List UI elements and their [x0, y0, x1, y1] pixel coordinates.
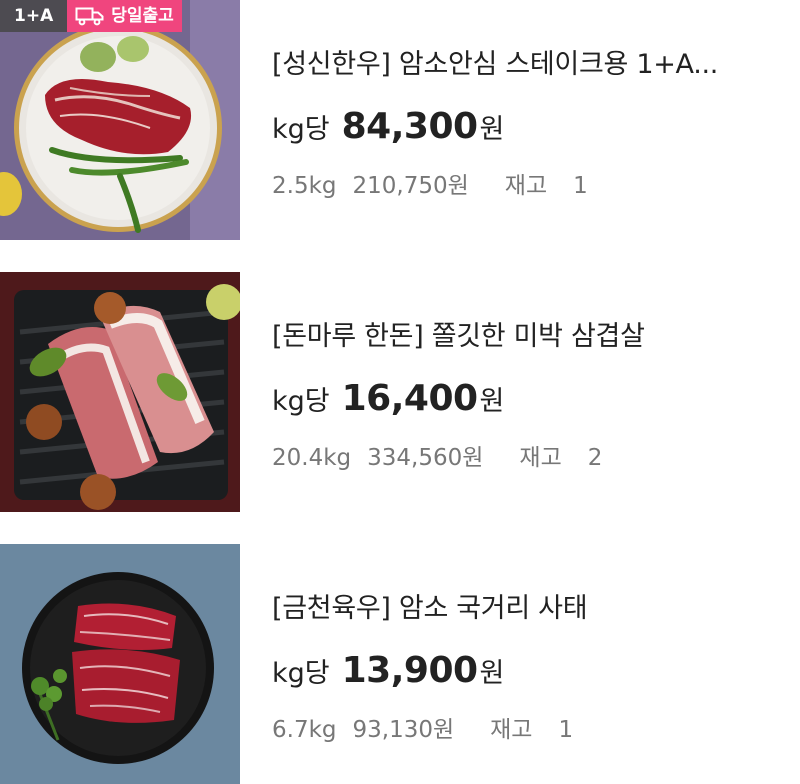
price-per-kg: 13,900 [341, 650, 478, 691]
product-title[interactable]: [성신한우] 암소안심 스테이크용 1+A... [272, 42, 787, 81]
currency-label: 원 [479, 386, 505, 417]
price-row: kg당 13,900 원 [272, 650, 504, 691]
currency-label: 원 [479, 114, 505, 145]
ship-badge-label: 당일출고 [111, 6, 174, 26]
product-list: 1+A 당일출고 [성신한우] 암소안심 스테이크용 1+A... kg당 84… [0, 0, 800, 784]
unit-label: kg당 [272, 114, 330, 145]
product-photo [0, 0, 240, 240]
weight-value: 2.5kg [272, 173, 337, 199]
total-price: 210,750원 [352, 173, 469, 199]
price-per-kg: 16,400 [341, 378, 478, 419]
product-info: [금천육우] 암소 국거리 사태 kg당 13,900 원 6.7kg 93,1… [272, 544, 792, 784]
total-price: 334,560원 [367, 445, 484, 471]
meta-row: 20.4kg 334,560원 재고 2 [272, 438, 602, 472]
weight-value: 20.4kg [272, 445, 352, 471]
unit-label: kg당 [272, 658, 330, 689]
product-info: [성신한우] 암소안심 스테이크용 1+A... kg당 84,300 원 2.… [272, 0, 792, 240]
stock-label: 재고 [490, 717, 533, 743]
product-title[interactable]: [돈마루 한돈] 쫄깃한 미박 삼겹살 [272, 314, 787, 353]
price-row: kg당 84,300 원 [272, 106, 504, 147]
unit-label: kg당 [272, 386, 330, 417]
stock-label: 재고 [504, 173, 548, 199]
price-row: kg당 16,400 원 [272, 378, 504, 419]
product-item[interactable]: [금천육우] 암소 국거리 사태 kg당 13,900 원 6.7kg 93,1… [0, 544, 800, 784]
product-image-beef-steak[interactable]: 1+A 당일출고 [0, 0, 240, 240]
total-price: 93,130원 [352, 717, 455, 743]
same-day-shipping-badge: 당일출고 [67, 0, 182, 32]
currency-label: 원 [479, 658, 505, 689]
stock-count: 1 [558, 717, 574, 743]
product-photo [0, 544, 240, 784]
truck-icon [75, 7, 104, 26]
price-per-kg: 84,300 [341, 106, 478, 147]
product-image-beef-shank[interactable] [0, 544, 240, 784]
product-title[interactable]: [금천육우] 암소 국거리 사태 [272, 586, 787, 625]
product-item[interactable]: 1+A 당일출고 [성신한우] 암소안심 스테이크용 1+A... kg당 84… [0, 0, 800, 240]
product-image-pork-belly[interactable] [0, 272, 240, 512]
badge-group: 1+A 당일출고 [0, 0, 182, 32]
product-photo [0, 272, 240, 512]
stock-label: 재고 [519, 445, 562, 471]
weight-value: 6.7kg [272, 717, 337, 743]
stock-count: 1 [573, 173, 588, 199]
product-info: [돈마루 한돈] 쫄깃한 미박 삼겹살 kg당 16,400 원 20.4kg … [272, 272, 792, 512]
product-item[interactable]: [돈마루 한돈] 쫄깃한 미박 삼겹살 kg당 16,400 원 20.4kg … [0, 272, 800, 512]
grade-badge: 1+A [0, 0, 68, 32]
stock-count: 2 [587, 445, 603, 471]
meta-row: 6.7kg 93,130원 재고 1 [272, 710, 573, 744]
meta-row: 2.5kg 210,750원 재고 1 [272, 166, 588, 200]
